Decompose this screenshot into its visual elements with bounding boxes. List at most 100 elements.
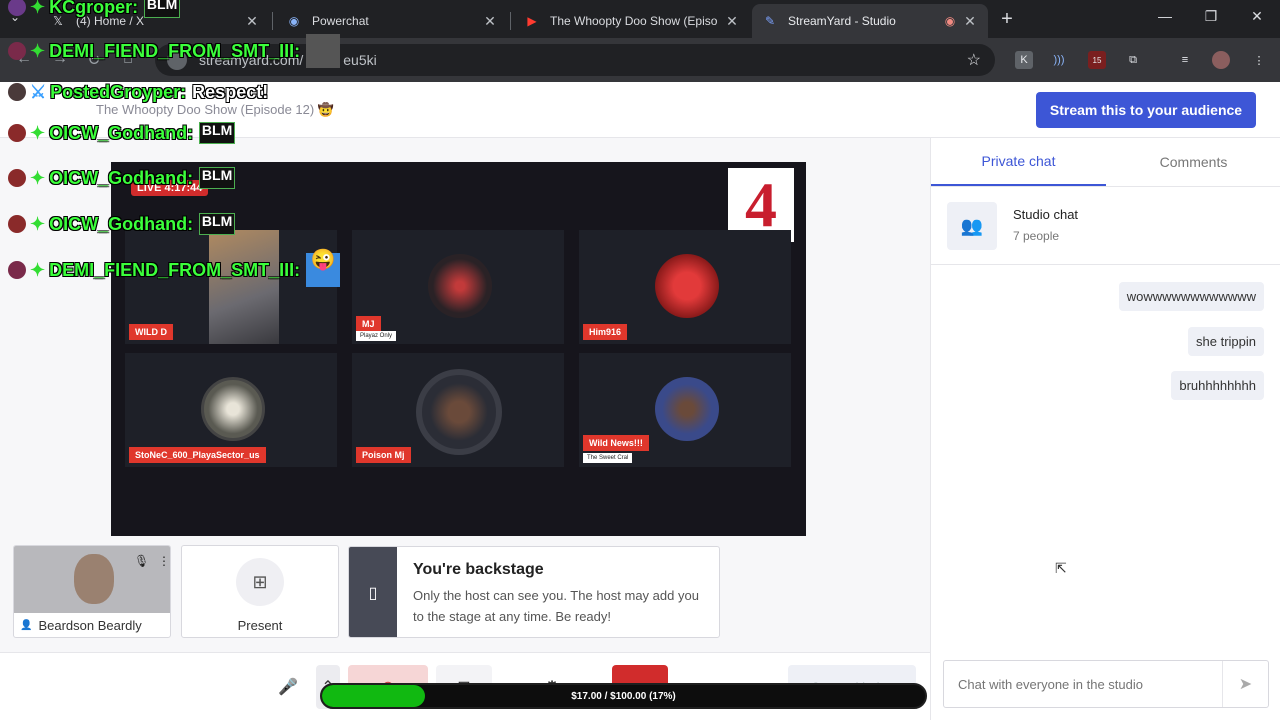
browser-tab-streamyard[interactable]: ✎ StreamYard - Studio ◉ ✕ <box>752 4 988 38</box>
tab-divider <box>510 12 511 30</box>
people-icon: 👥 <box>947 202 997 250</box>
chat-avatar <box>8 124 26 142</box>
chat-input[interactable] <box>944 661 1222 707</box>
microphone-icon[interactable]: 🎙 <box>134 554 149 568</box>
more-options-icon[interactable]: ⋮ <box>158 554 170 568</box>
browser-tab-youtube[interactable]: ▶ The Whoopty Doo Show (Episo ✕ <box>514 4 750 38</box>
chat-avatar <box>8 42 26 60</box>
chat-input-box: ➤ <box>943 660 1269 708</box>
youtube-icon: ▶ <box>527 14 537 28</box>
chat-message: wowwwwwwwwwwww <box>1118 282 1264 311</box>
studio-chat-header[interactable]: 👥 Studio chat 7 people <box>931 187 1280 265</box>
participant-avatar <box>655 254 719 318</box>
overlay-chat-line: ✦ OICW_Godhand: BLM <box>8 167 236 189</box>
participant-video <box>209 230 279 344</box>
audio-extension-icon[interactable]: ))) <box>1050 51 1068 69</box>
present-button[interactable]: ⊞ Present <box>181 545 339 638</box>
chat-message: bruhhhhhhhh <box>1171 371 1264 400</box>
chat-avatar <box>8 215 26 233</box>
emote: BLM <box>199 167 236 189</box>
participant-avatar <box>416 369 502 455</box>
gem-icon: ✦ <box>30 167 46 188</box>
overlay-chat-line: ✦ DEMI_FIEND_FROM_SMT_III: <box>8 34 341 68</box>
person-icon: 👤 <box>20 620 33 631</box>
stream-to-audience-button[interactable]: Stream this to your audience <box>1036 92 1256 128</box>
chat-avatar <box>8 0 26 16</box>
participant-name: Him916 <box>583 324 628 340</box>
tab-divider <box>272 12 273 30</box>
extensions-puzzle-icon[interactable]: ⧉ <box>1124 51 1142 69</box>
emote: BLM <box>144 0 181 18</box>
participant-tile[interactable]: StoNeC_600_PlayaSector_us <box>125 353 337 467</box>
chat-message: she trippin <box>1188 327 1264 356</box>
mouse-cursor-icon: ⇱ <box>1055 560 1067 576</box>
chat-avatar <box>8 83 26 101</box>
gem-icon: ✦ <box>30 40 46 61</box>
backstage-notice: ▯ You're backstage Only the host can see… <box>348 546 720 638</box>
new-tab-button[interactable]: + <box>996 8 1018 31</box>
participant-name: MJ <box>356 316 381 332</box>
gem-icon: ✦ <box>30 0 46 17</box>
bookmark-star-icon[interactable]: ☆ <box>967 50 981 70</box>
extension-icon[interactable]: K <box>1015 51 1033 69</box>
participant-subtitle: Playaz Only <box>356 331 397 341</box>
door-icon: ▯ <box>349 547 397 637</box>
participant-avatar <box>201 377 265 441</box>
participant-tile[interactable]: WILD D <box>125 230 337 344</box>
gem-icon: ✦ <box>30 213 46 234</box>
participant-name: WILD D <box>129 324 173 340</box>
badge-extension-icon[interactable]: 15 <box>1088 51 1106 69</box>
send-icon[interactable]: ➤ <box>1222 661 1268 707</box>
self-camera-tile[interactable]: 🎙 ⋮ 👤 Beardson Beardly <box>13 545 171 638</box>
browser-tab-bar: ⌄ 𝕏 (4) Home / X ✕ ◉ Powerchat ✕ ▶ The W… <box>0 0 1280 38</box>
participant-name: Wild News!!! <box>583 435 649 451</box>
participant-tile[interactable]: MJ Playaz Only <box>352 230 564 344</box>
participant-tile[interactable]: Wild News!!! The Sweet Cral <box>579 353 791 467</box>
media-control-icon[interactable]: ≡ <box>1176 51 1194 69</box>
show-title: The Whoopty Doo Show (Episode 12) 🤠 <box>96 102 335 117</box>
tab-private-chat[interactable]: Private chat <box>931 138 1106 186</box>
powerchat-icon: ◉ <box>288 14 300 28</box>
recording-icon: ◉ <box>944 14 956 28</box>
chat-avatar <box>8 169 26 187</box>
screen-share-icon: ⊞ <box>236 558 284 606</box>
overlay-chat-line: ✦ OICW_Godhand: BLM <box>8 213 236 235</box>
winking-emote-icon: 😜 <box>306 250 341 287</box>
gem-icon: ✦ <box>30 259 46 280</box>
minimize-icon[interactable]: — <box>1153 8 1177 24</box>
emote: BLM <box>199 213 236 235</box>
mic-toggle-icon[interactable]: 🎤 <box>268 665 308 709</box>
self-name: 👤 Beardson Beardly <box>20 618 142 633</box>
donation-progress-bar: $17.00 / $100.00 (17%) <box>320 683 927 709</box>
tab-comments[interactable]: Comments <box>1106 138 1280 186</box>
close-window-icon[interactable]: ✕ <box>1245 8 1269 25</box>
close-tab-icon[interactable]: ✕ <box>244 13 260 30</box>
profile-avatar-icon[interactable] <box>1212 51 1230 69</box>
browser-tab-powerchat[interactable]: ◉ Powerchat ✕ <box>276 4 508 38</box>
participant-tile[interactable]: Him916 <box>579 230 791 344</box>
emote <box>306 34 341 68</box>
streamyard-icon: ✎ <box>764 14 776 28</box>
close-tab-icon[interactable]: ✕ <box>724 13 740 30</box>
participant-name: StoNeC_600_PlayaSector_us <box>129 447 266 463</box>
chat-panel: Private chat Comments 👥 Studio chat 7 pe… <box>930 138 1280 720</box>
participant-avatar <box>428 254 492 318</box>
overlay-chat-line: ⚔ PostedGroyper: Respect! <box>8 81 268 103</box>
menu-kebab-icon[interactable]: ⋮ <box>1250 51 1268 69</box>
overlay-chat-line: ✦ DEMI_FIEND_FROM_SMT_III: 😜 <box>8 250 341 287</box>
close-tab-icon[interactable]: ✕ <box>962 13 978 30</box>
restore-icon[interactable]: ❐ <box>1199 8 1223 25</box>
emote: BLM <box>199 122 236 144</box>
participant-name: Poison Mj <box>356 447 411 463</box>
participant-tile[interactable]: Poison Mj <box>352 353 564 467</box>
self-face <box>74 554 114 604</box>
close-tab-icon[interactable]: ✕ <box>482 13 498 30</box>
gem-icon: ✦ <box>30 122 46 143</box>
progress-text: $17.00 / $100.00 (17%) <box>571 690 676 702</box>
participant-avatar <box>655 377 719 441</box>
participant-subtitle: The Sweet Cral <box>583 453 633 463</box>
overlay-chat-line: ✦ OICW_Godhand: BLM <box>8 122 236 144</box>
overlay-chat-line: ✦ KCgroper: BLM <box>8 0 181 18</box>
sword-icon: ⚔ <box>30 81 47 102</box>
chat-avatar <box>8 261 26 279</box>
